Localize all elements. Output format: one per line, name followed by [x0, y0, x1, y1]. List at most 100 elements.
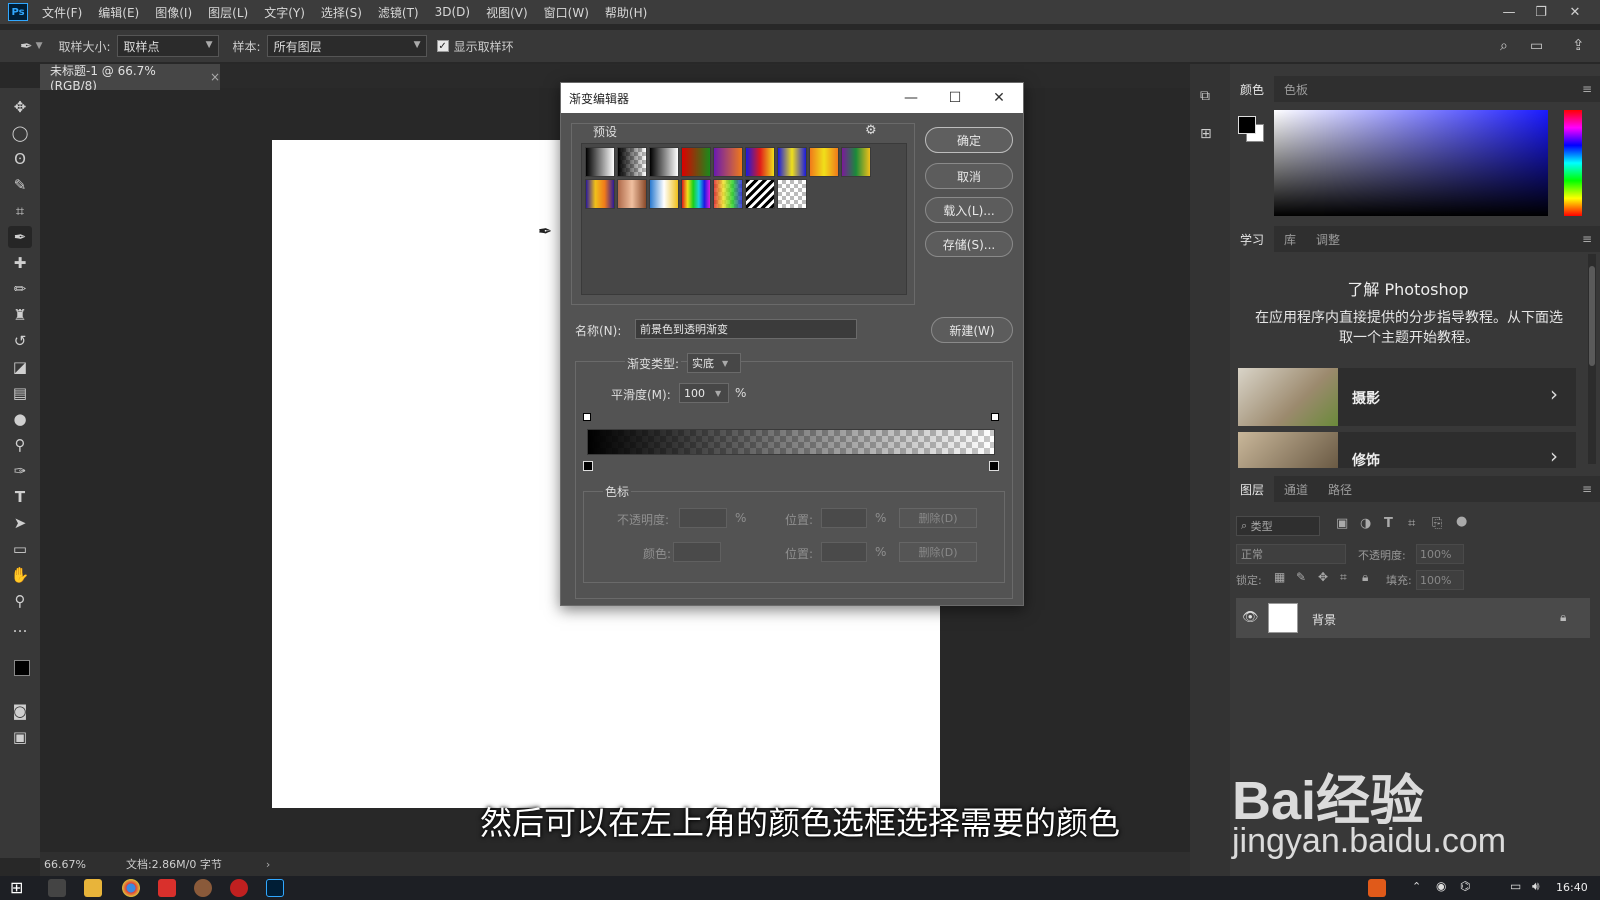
task-view-icon[interactable] [48, 879, 66, 897]
brush-tool-icon[interactable]: ✏ [8, 278, 32, 300]
sample-select[interactable]: 所有图层 ▼ [266, 35, 427, 57]
app-icon[interactable] [194, 879, 212, 897]
tab-color[interactable]: 颜色 [1230, 76, 1275, 102]
history-brush-tool-icon[interactable]: ↺ [8, 330, 32, 352]
color-picker-field[interactable] [1274, 110, 1548, 216]
dialog-maximize-icon[interactable]: ☐ [933, 83, 977, 113]
preset-swatch[interactable] [745, 179, 775, 209]
rectangle-tool-icon[interactable]: ▭ [8, 538, 32, 560]
windows-start-icon[interactable]: ⊞ [10, 878, 23, 897]
preset-swatch[interactable] [841, 147, 871, 177]
color-foreground-swatch[interactable] [1238, 116, 1256, 134]
hand-tool-icon[interactable]: ✋ [8, 564, 32, 586]
color-stop-right[interactable] [989, 461, 999, 471]
blend-mode-select[interactable]: 正常 [1236, 544, 1346, 564]
menu-file[interactable]: 文件(F) [42, 4, 82, 21]
quick-select-tool-icon[interactable]: ✎ [8, 174, 32, 196]
file-explorer-icon[interactable] [84, 879, 102, 897]
layer-name[interactable]: 背景 [1312, 611, 1336, 628]
layer-filter-select[interactable]: ⌕ 类型 [1236, 516, 1320, 536]
dialog-close-icon[interactable]: ✕ [977, 83, 1021, 113]
close-icon[interactable]: × [210, 70, 220, 84]
filter-smart-object-icon[interactable]: ⎘ [1432, 516, 1442, 531]
menu-view[interactable]: 视图(V) [486, 4, 528, 21]
taskbar-clock[interactable]: 16:40 [1556, 881, 1588, 894]
menu-layer[interactable]: 图层(L) [208, 4, 248, 21]
minimize-icon[interactable]: — [1494, 0, 1524, 24]
hue-slider[interactable] [1564, 110, 1582, 216]
eye-icon[interactable]: 👁︎ [1242, 610, 1259, 625]
opacity-stop-left[interactable] [583, 413, 591, 421]
close-icon[interactable]: ✕ [1560, 0, 1590, 24]
preset-swatch[interactable] [809, 147, 839, 177]
properties-panel-icon[interactable]: ⊞ [1200, 126, 1220, 146]
preset-swatch[interactable] [713, 147, 743, 177]
preset-swatch[interactable] [681, 179, 711, 209]
crop-tool-icon[interactable]: ⌗ [8, 200, 32, 222]
chevron-down-icon[interactable]: ▼ [36, 41, 43, 51]
delete-color-stop-button[interactable]: 删除(D) [899, 542, 977, 562]
layer-row[interactable]: 👁︎ 背景 🔒︎ [1236, 598, 1590, 638]
lock-pixels-icon[interactable]: ✎ [1296, 570, 1306, 584]
gradient-type-select[interactable]: 实底 ▼ [687, 353, 741, 373]
pen-tool-icon[interactable]: ✑ [8, 460, 32, 482]
eraser-tool-icon[interactable]: ◪ [8, 356, 32, 378]
menu-edit[interactable]: 编辑(E) [98, 4, 139, 21]
opacity-stop-right[interactable] [991, 413, 999, 421]
chrome-icon[interactable] [122, 879, 140, 897]
share-icon[interactable]: ⇪ [1572, 36, 1585, 54]
save-button[interactable]: 存储(S)... [925, 231, 1013, 257]
more-tools-icon[interactable]: … [8, 616, 32, 638]
preset-swatch[interactable] [649, 179, 679, 209]
tray-record-icon[interactable]: ◉ [1436, 879, 1446, 893]
preset-swatch[interactable] [777, 179, 807, 209]
tray-network-icon[interactable]: ⌬ [1460, 879, 1470, 893]
menu-type[interactable]: 文字(Y) [264, 4, 305, 21]
history-panel-icon[interactable]: ⧉ [1200, 88, 1220, 108]
menu-image[interactable]: 图像(I) [155, 4, 192, 21]
preset-swatch[interactable] [617, 147, 647, 177]
gradient-tool-icon[interactable]: ▤ [8, 382, 32, 404]
new-gradient-button[interactable]: 新建(W) [931, 317, 1013, 343]
lock-all-icon[interactable]: 🔒︎ [1362, 570, 1368, 585]
blur-tool-icon[interactable]: ● [8, 408, 32, 430]
filter-adjustment-icon[interactable]: ◑ [1360, 516, 1371, 531]
delete-opacity-stop-button[interactable]: 删除(D) [899, 508, 977, 528]
lock-transparent-icon[interactable]: ▦ [1274, 570, 1285, 584]
marquee-tool-icon[interactable]: ◯ [8, 122, 32, 144]
filter-type-icon[interactable]: T [1384, 516, 1393, 531]
tab-swatches[interactable]: 色板 [1274, 76, 1318, 102]
panel-menu-icon[interactable]: ≡ [1582, 232, 1592, 246]
learn-card-photography[interactable]: 摄影 › [1238, 368, 1576, 426]
status-arrow-icon[interactable]: › [266, 858, 270, 871]
tray-expand-icon[interactable]: ⌃ [1412, 880, 1421, 893]
lock-position-icon[interactable]: ✥ [1318, 570, 1328, 584]
quick-mask-icon[interactable]: ◙ [8, 700, 32, 722]
preset-swatch[interactable] [585, 147, 615, 177]
panel-menu-icon[interactable]: ≡ [1582, 82, 1592, 96]
clone-stamp-tool-icon[interactable]: ♜ [8, 304, 32, 326]
filter-pixel-icon[interactable]: ▣ [1336, 516, 1348, 531]
learn-card-retouch[interactable]: 修饰 › [1238, 432, 1576, 468]
ok-button[interactable]: 确定 [925, 127, 1013, 153]
wps-icon[interactable] [158, 879, 176, 897]
menu-help[interactable]: 帮助(H) [605, 4, 647, 21]
preset-swatch[interactable] [681, 147, 711, 177]
color-stop-left[interactable] [583, 461, 593, 471]
preset-swatch[interactable] [777, 147, 807, 177]
path-select-tool-icon[interactable]: ➤ [8, 512, 32, 534]
menu-3d[interactable]: 3D(D) [435, 5, 470, 19]
learn-scrollbar[interactable] [1588, 254, 1596, 464]
screen-mode-icon[interactable]: ▣ [8, 726, 32, 748]
move-tool-icon[interactable]: ✥ [8, 96, 32, 118]
photoshop-taskbar-icon[interactable] [266, 879, 284, 897]
gradient-preview-bar[interactable] [587, 429, 995, 455]
smoothness-input[interactable]: 100 ▼ [679, 383, 729, 403]
foreground-color-swatch[interactable] [14, 660, 30, 676]
tab-adjustments[interactable]: 调整 [1306, 226, 1350, 252]
layer-opacity-input[interactable]: 100% [1416, 544, 1464, 564]
type-tool-icon[interactable]: T [8, 486, 32, 508]
gear-icon[interactable]: ⚙ [865, 123, 877, 138]
volume-icon[interactable]: 🔊︎ [1532, 879, 1540, 894]
menu-filter[interactable]: 滤镜(T) [378, 4, 419, 21]
